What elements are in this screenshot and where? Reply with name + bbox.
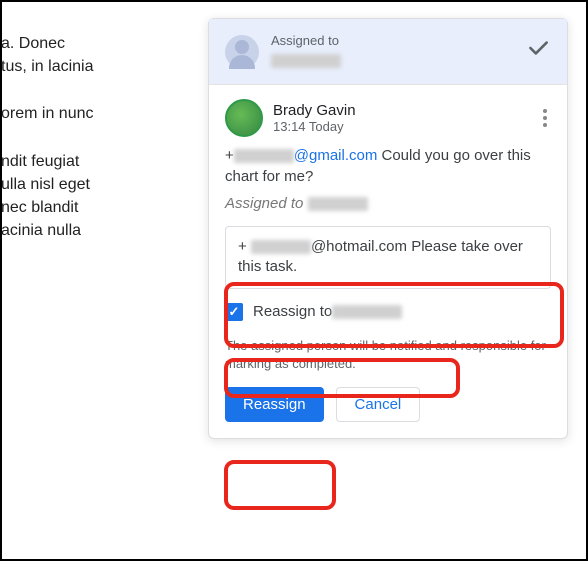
comment-body: +██████@gmail.com Could you go over this… <box>225 145 551 187</box>
highlight-annotation <box>224 460 336 510</box>
author-name: Brady Gavin <box>273 102 356 119</box>
reassign-label: Reassign to <box>253 303 332 320</box>
bg-paragraph: orem in nunc <box>1 102 197 125</box>
mention-user: ██████ <box>234 149 294 163</box>
reply-input[interactable]: + ██████@hotmail.com Please take over th… <box>225 226 551 289</box>
reply-mention-domain: @hotmail.com <box>311 238 407 255</box>
mention-prefix: + <box>225 147 234 164</box>
reply-mention-user: ██████ <box>251 240 311 254</box>
bg-paragraph: ndit feugiat ulla nisl eget nec blandit … <box>1 150 197 243</box>
comment-timestamp: 13:14 Today <box>273 119 356 134</box>
reply-mention-prefix: + <box>238 238 251 255</box>
assigned-to-line: Assigned to ██████ <box>225 195 551 212</box>
author-avatar-icon <box>225 99 263 137</box>
assignment-header: Assigned to ██████ <box>209 19 567 85</box>
bg-paragraph: a. Donec tus, in lacinia <box>1 32 197 78</box>
reassign-button[interactable]: Reassign <box>225 387 324 422</box>
reassign-checkbox[interactable]: ✓ <box>225 303 243 321</box>
comment-header: Brady Gavin 13:14 Today <box>225 99 551 137</box>
assignee-avatar-icon <box>225 35 259 69</box>
assigned-to-label: Assigned to <box>271 33 525 48</box>
mark-done-button[interactable] <box>525 35 551 68</box>
assigned-name: ██████ <box>308 197 368 211</box>
comment-card: Assigned to ██████ Brady Gavin 13:14 Tod… <box>208 18 568 439</box>
more-options-button[interactable] <box>539 105 551 131</box>
reassign-note: The assigned person will be notified and… <box>225 337 551 373</box>
assignee-name: ██████ <box>271 54 341 68</box>
mention-domain: @gmail.com <box>294 147 378 164</box>
reassign-target: ██████ <box>332 305 402 319</box>
reassign-row: ✓ Reassign to ██████ <box>225 303 551 321</box>
document-background-text: a. Donec tus, in lacinia orem in nunc nd… <box>0 22 197 266</box>
action-buttons: Reassign Cancel <box>225 387 551 422</box>
cancel-button[interactable]: Cancel <box>336 387 421 422</box>
